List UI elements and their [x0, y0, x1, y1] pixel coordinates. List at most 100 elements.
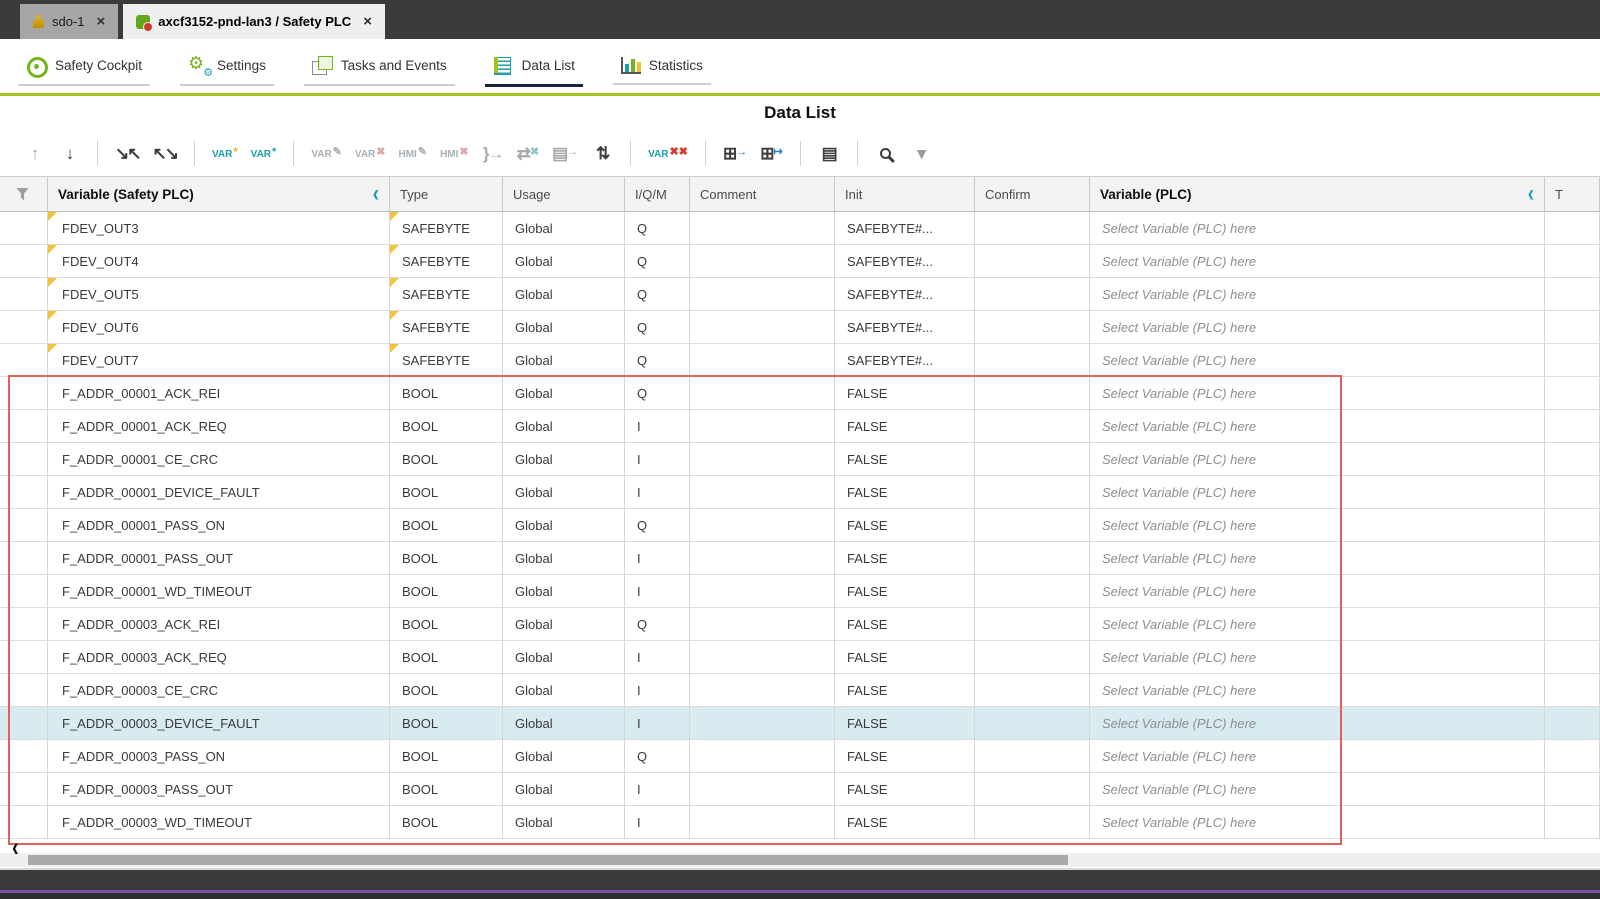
type-plc-cell[interactable]: [1545, 410, 1600, 443]
iqm-cell[interactable]: I: [625, 806, 690, 839]
usage-cell[interactable]: Global: [503, 806, 625, 839]
filter-header-cell[interactable]: [0, 177, 48, 211]
usage-cell[interactable]: Global: [503, 773, 625, 806]
type-plc-cell[interactable]: [1545, 608, 1600, 641]
confirm-cell[interactable]: [975, 212, 1090, 245]
init-cell[interactable]: SAFEBYTE#...: [835, 212, 975, 245]
close-tab-icon[interactable]: ×: [363, 13, 372, 30]
iqm-cell[interactable]: Q: [625, 608, 690, 641]
variable-plc-cell[interactable]: Select Variable (PLC) here: [1090, 443, 1545, 476]
table-row[interactable]: FDEV_OUT7 SAFEBYTE Global Q SAFEBYTE#...…: [0, 344, 1600, 377]
type-plc-cell[interactable]: [1545, 542, 1600, 575]
search-options-icon[interactable]: ▾: [909, 139, 933, 167]
type-plc-cell[interactable]: [1545, 377, 1600, 410]
swap-direction-icon[interactable]: ⇅: [590, 139, 614, 167]
comment-cell[interactable]: [690, 674, 835, 707]
comment-cell[interactable]: [690, 212, 835, 245]
table-row[interactable]: F_ADDR_00001_PASS_OUT BOOL Global I FALS…: [0, 542, 1600, 575]
confirm-cell[interactable]: [975, 674, 1090, 707]
table-row[interactable]: F_ADDR_00001_ACK_REQ BOOL Global I FALSE…: [0, 410, 1600, 443]
iqm-cell[interactable]: Q: [625, 278, 690, 311]
variable-plc-cell[interactable]: Select Variable (PLC) here: [1090, 740, 1545, 773]
usage-cell[interactable]: Global: [503, 344, 625, 377]
type-cell[interactable]: BOOL: [390, 443, 503, 476]
comment-cell[interactable]: [690, 707, 835, 740]
variable-safety-cell[interactable]: F_ADDR_00001_DEVICE_FAULT: [48, 476, 390, 509]
expand-rows-icon[interactable]: ↖↘: [152, 139, 179, 167]
table-row[interactable]: F_ADDR_00003_PASS_OUT BOOL Global I FALS…: [0, 773, 1600, 806]
nav-statistics[interactable]: Statistics: [612, 47, 711, 85]
nav-tasks-and-events[interactable]: Tasks and Events: [303, 46, 455, 86]
variable-safety-cell[interactable]: FDEV_OUT6: [48, 311, 390, 344]
init-cell[interactable]: SAFEBYTE#...: [835, 311, 975, 344]
iqm-cell[interactable]: I: [625, 476, 690, 509]
confirm-cell[interactable]: [975, 542, 1090, 575]
type-cell[interactable]: BOOL: [390, 377, 503, 410]
confirm-cell[interactable]: [975, 410, 1090, 443]
variable-safety-cell[interactable]: F_ADDR_00001_ACK_REI: [48, 377, 390, 410]
type-cell[interactable]: SAFEBYTE: [390, 278, 503, 311]
type-plc-cell[interactable]: [1545, 278, 1600, 311]
comment-cell[interactable]: [690, 773, 835, 806]
iqm-cell[interactable]: Q: [625, 377, 690, 410]
type-cell[interactable]: BOOL: [390, 608, 503, 641]
type-plc-cell[interactable]: [1545, 575, 1600, 608]
variable-plc-cell[interactable]: Select Variable (PLC) here: [1090, 410, 1545, 443]
nav-data-list[interactable]: Data List: [484, 46, 583, 87]
type-cell[interactable]: SAFEBYTE: [390, 344, 503, 377]
variable-plc-cell[interactable]: Select Variable (PLC) here: [1090, 608, 1545, 641]
confirm-cell[interactable]: [975, 641, 1090, 674]
iqm-cell[interactable]: Q: [625, 212, 690, 245]
iqm-cell[interactable]: Q: [625, 740, 690, 773]
variable-safety-cell[interactable]: F_ADDR_00003_PASS_ON: [48, 740, 390, 773]
confirm-cell[interactable]: [975, 443, 1090, 476]
variable-plc-cell[interactable]: Select Variable (PLC) here: [1090, 377, 1545, 410]
type-cell[interactable]: BOOL: [390, 575, 503, 608]
close-tab-icon[interactable]: ×: [97, 13, 106, 30]
usage-cell[interactable]: Global: [503, 740, 625, 773]
confirm-cell[interactable]: [975, 806, 1090, 839]
table-row[interactable]: FDEV_OUT3 SAFEBYTE Global Q SAFEBYTE#...…: [0, 212, 1600, 245]
type-cell[interactable]: BOOL: [390, 641, 503, 674]
column-properties-icon[interactable]: ▤: [817, 139, 841, 167]
iqm-cell[interactable]: Q: [625, 245, 690, 278]
column-header-iqm[interactable]: I/Q/M: [625, 177, 690, 211]
iqm-cell[interactable]: I: [625, 674, 690, 707]
confirm-cell[interactable]: [975, 707, 1090, 740]
usage-cell[interactable]: Global: [503, 608, 625, 641]
type-plc-cell[interactable]: [1545, 245, 1600, 278]
variable-safety-cell[interactable]: FDEV_OUT3: [48, 212, 390, 245]
add-safety-variable-icon[interactable]: VAR *: [211, 139, 239, 167]
confirm-cell[interactable]: [975, 311, 1090, 344]
type-cell[interactable]: SAFEBYTE: [390, 311, 503, 344]
variable-safety-cell[interactable]: F_ADDR_00003_ACK_REQ: [48, 641, 390, 674]
confirm-cell[interactable]: [975, 575, 1090, 608]
variable-plc-cell[interactable]: Select Variable (PLC) here: [1090, 542, 1545, 575]
iqm-cell[interactable]: I: [625, 575, 690, 608]
variable-plc-cell[interactable]: Select Variable (PLC) here: [1090, 707, 1545, 740]
variable-plc-cell[interactable]: Select Variable (PLC) here: [1090, 575, 1545, 608]
column-header-confirm[interactable]: Confirm: [975, 177, 1090, 211]
variable-safety-cell[interactable]: FDEV_OUT7: [48, 344, 390, 377]
usage-cell[interactable]: Global: [503, 377, 625, 410]
type-plc-cell[interactable]: [1545, 806, 1600, 839]
table-row[interactable]: F_ADDR_00003_DEVICE_FAULT BOOL Global I …: [0, 707, 1600, 740]
variable-plc-cell[interactable]: Select Variable (PLC) here: [1090, 773, 1545, 806]
comment-cell[interactable]: [690, 641, 835, 674]
scroll-left-icon[interactable]: ‹: [12, 833, 19, 864]
confirm-cell[interactable]: [975, 509, 1090, 542]
comment-cell[interactable]: [690, 542, 835, 575]
init-cell[interactable]: FALSE: [835, 674, 975, 707]
nav-settings[interactable]: Settings: [180, 46, 274, 86]
variable-plc-cell[interactable]: Select Variable (PLC) here: [1090, 212, 1545, 245]
type-cell[interactable]: BOOL: [390, 410, 503, 443]
comment-cell[interactable]: [690, 509, 835, 542]
type-plc-cell[interactable]: [1545, 707, 1600, 740]
variable-safety-cell[interactable]: F_ADDR_00001_PASS_ON: [48, 509, 390, 542]
usage-cell[interactable]: Global: [503, 641, 625, 674]
column-header-init[interactable]: Init: [835, 177, 975, 211]
comment-cell[interactable]: [690, 443, 835, 476]
table-row[interactable]: F_ADDR_00001_DEVICE_FAULT BOOL Global I …: [0, 476, 1600, 509]
type-cell[interactable]: BOOL: [390, 476, 503, 509]
variable-plc-cell[interactable]: Select Variable (PLC) here: [1090, 509, 1545, 542]
